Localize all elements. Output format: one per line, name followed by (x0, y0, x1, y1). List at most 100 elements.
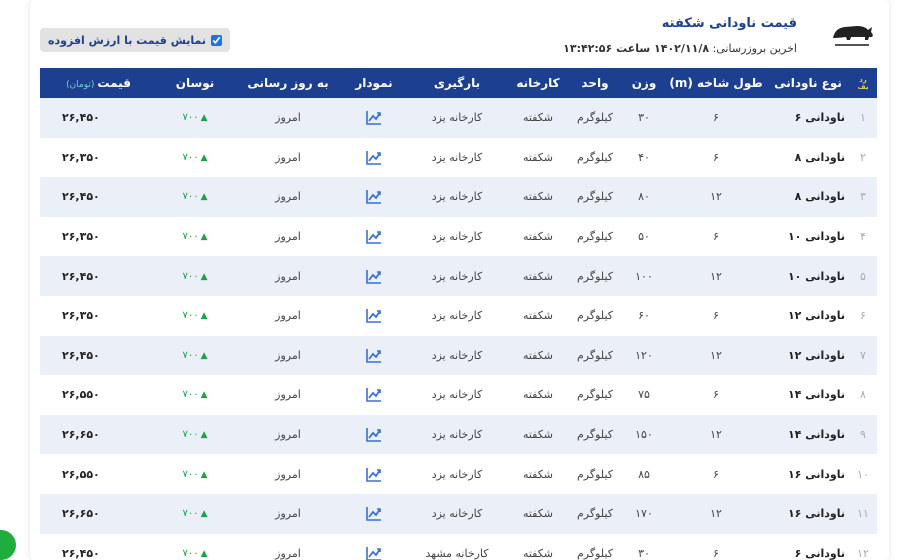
vat-toggle[interactable]: نمایش قیمت با ارزش افزوده (40, 28, 231, 52)
vat-checkbox[interactable] (211, 34, 223, 46)
chat-widget-button[interactable] (0, 530, 16, 560)
triangle-up-icon: ▲ (200, 350, 208, 361)
col-price-label: قیمت (97, 76, 131, 90)
chart-cell[interactable] (343, 454, 405, 494)
update-cell: امروز (275, 507, 301, 521)
chart-trend-icon[interactable] (366, 506, 382, 522)
price-cell: ۲۶,۳۵۰ (62, 230, 100, 244)
price-cell: ۲۶,۶۵۰ (62, 507, 100, 521)
type-cell: ناودانی ۶ (794, 546, 845, 560)
change-value: ۷۰۰ (182, 389, 199, 401)
table-row: ۴ ناودانی ۱۰ ۶ ۵۰ کیلوگرم شکفته کارخانه یزد امر… (40, 217, 877, 257)
weight-cell: ۳۰ (638, 111, 650, 125)
last-updated-value: ۱۴۰۲/۱۱/۸ ساعت ۱۳:۴۲:۵۶ (563, 42, 710, 55)
chart-trend-icon[interactable] (366, 150, 382, 165)
svg-text:یف: یف (858, 83, 869, 91)
length-cell: ۱۲ (710, 507, 722, 521)
price-cell: ۲۶,۶۵۰ (62, 428, 100, 442)
idx-cell: ۲ (860, 150, 866, 164)
change-cell: ▲۷۰۰ (157, 336, 233, 376)
idx-cell: ۹ (860, 428, 866, 442)
col-factory[interactable]: کارخانه (509, 68, 567, 98)
loading-cell: کارخانه یزد (431, 507, 483, 521)
col-change[interactable]: نوسان (157, 68, 233, 98)
update-cell: امروز (275, 428, 301, 442)
col-update[interactable]: به روز رسانی (233, 68, 343, 98)
type-cell: ناودانی ۱۲ (787, 309, 845, 323)
update-cell: امروز (275, 388, 301, 402)
chart-cell[interactable] (343, 415, 405, 455)
type-cell: ناودانی ۱۲ (787, 348, 845, 362)
unit-cell: کیلوگرم (577, 269, 613, 283)
chart-cell[interactable] (343, 336, 405, 376)
change-value: ۷۰۰ (182, 310, 199, 322)
length-cell: ۱۲ (710, 428, 722, 442)
chart-cell[interactable] (343, 217, 405, 257)
col-length[interactable]: طول شاخه (m) (665, 68, 767, 98)
change-cell: ▲۷۰۰ (157, 454, 233, 494)
page-title: قیمت ناودانی شکفته (661, 16, 797, 31)
loading-cell: کارخانه یزد (431, 190, 483, 204)
triangle-up-icon: ▲ (200, 509, 208, 520)
triangle-up-icon: ▲ (200, 271, 208, 282)
factory-cell: شکفته (522, 150, 554, 164)
type-cell: ناودانی ۱۶ (787, 467, 845, 481)
change-value: ۷۰۰ (182, 112, 199, 124)
chart-trend-icon[interactable] (366, 229, 382, 244)
chart-cell[interactable] (343, 138, 405, 178)
chart-trend-icon[interactable] (366, 110, 382, 126)
price-cell: ۲۶,۴۵۰ (62, 111, 100, 125)
chart-trend-icon[interactable] (366, 269, 382, 284)
weight-cell: ۴۰ (638, 150, 650, 164)
last-updated-label: اخرین بروزرسانی: (712, 42, 797, 55)
factory-cell: شکفته (522, 309, 554, 323)
table-row: ۵ ناودانی ۱۰ ۱۲ ۱۰۰ کیلوگرم شکفته کارخانه یزد ا… (40, 256, 877, 296)
col-type[interactable]: نوع ناودانی (767, 68, 849, 98)
col-price[interactable]: قیمت(تومان) (40, 68, 157, 98)
chart-cell[interactable] (343, 98, 405, 138)
idx-cell: ۱۲ (857, 546, 869, 560)
chart-cell[interactable] (343, 177, 405, 217)
factory-cell: شکفته (522, 428, 554, 442)
price-cell: ۲۶,۴۵۰ (62, 348, 100, 362)
chart-trend-icon[interactable] (366, 546, 382, 560)
col-weight[interactable]: وزن (623, 68, 665, 98)
chart-trend-icon[interactable] (366, 427, 382, 442)
col-chart[interactable]: نمودار (343, 68, 405, 98)
triangle-up-icon: ▲ (200, 548, 208, 559)
chart-trend-icon[interactable] (366, 189, 382, 205)
table-row: ۱۰ ناودانی ۱۶ ۶ ۸۵ کیلوگرم شکفته کارخانه یزد ام… (40, 454, 877, 494)
col-loading[interactable]: بارگیری (405, 68, 509, 98)
chart-cell[interactable] (343, 296, 405, 336)
triangle-up-icon: ▲ (200, 192, 208, 203)
chart-trend-icon[interactable] (366, 467, 382, 482)
type-cell: ناودانی ۱۰ (787, 230, 845, 244)
chart-cell[interactable] (343, 256, 405, 296)
chart-trend-icon[interactable] (366, 308, 382, 324)
update-cell: امروز (275, 546, 301, 560)
table-row: ۲ ناودانی ۸ ۶ ۴۰ کیلوگرم شکفته کارخانه یزد امرو… (40, 138, 877, 178)
length-cell: ۶ (713, 309, 719, 323)
chart-cell[interactable] (343, 534, 405, 560)
change-value: ۷۰۰ (182, 151, 199, 163)
weight-cell: ۱۵۰ (635, 428, 653, 442)
change-cell: ▲۷۰۰ (157, 375, 233, 415)
idx-cell: ۷ (860, 348, 866, 362)
col-unit[interactable]: واحد (567, 68, 623, 98)
price-cell: ۲۶,۳۵۰ (62, 309, 100, 323)
chart-trend-icon[interactable] (366, 348, 382, 363)
chart-cell[interactable] (343, 375, 405, 415)
col-price-unit: (تومان) (66, 80, 95, 90)
idx-cell: ۸ (860, 388, 866, 402)
unit-cell: کیلوگرم (577, 190, 613, 204)
chart-trend-icon[interactable] (366, 387, 382, 403)
table-row: ۶ ناودانی ۱۲ ۶ ۶۰ کیلوگرم شکفته کارخانه یزد امر… (40, 296, 877, 336)
chart-cell[interactable] (343, 494, 405, 534)
loading-cell: کارخانه یزد (431, 230, 483, 244)
table-row: ۹ ناودانی ۱۴ ۱۲ ۱۵۰ کیلوگرم شکفته کارخانه یزد ا… (40, 414, 877, 455)
unit-cell: کیلوگرم (577, 546, 613, 560)
change-cell: ▲۷۰۰ (157, 217, 233, 257)
table-row: ۱۲ ناودانی ۶ ۶ ۳۰ کیلوگرم شکفته کارخانه مشهد ام… (40, 534, 877, 560)
vat-label: نمایش قیمت با ارزش افزوده (48, 33, 207, 47)
factory-cell: شکفته (522, 190, 554, 204)
